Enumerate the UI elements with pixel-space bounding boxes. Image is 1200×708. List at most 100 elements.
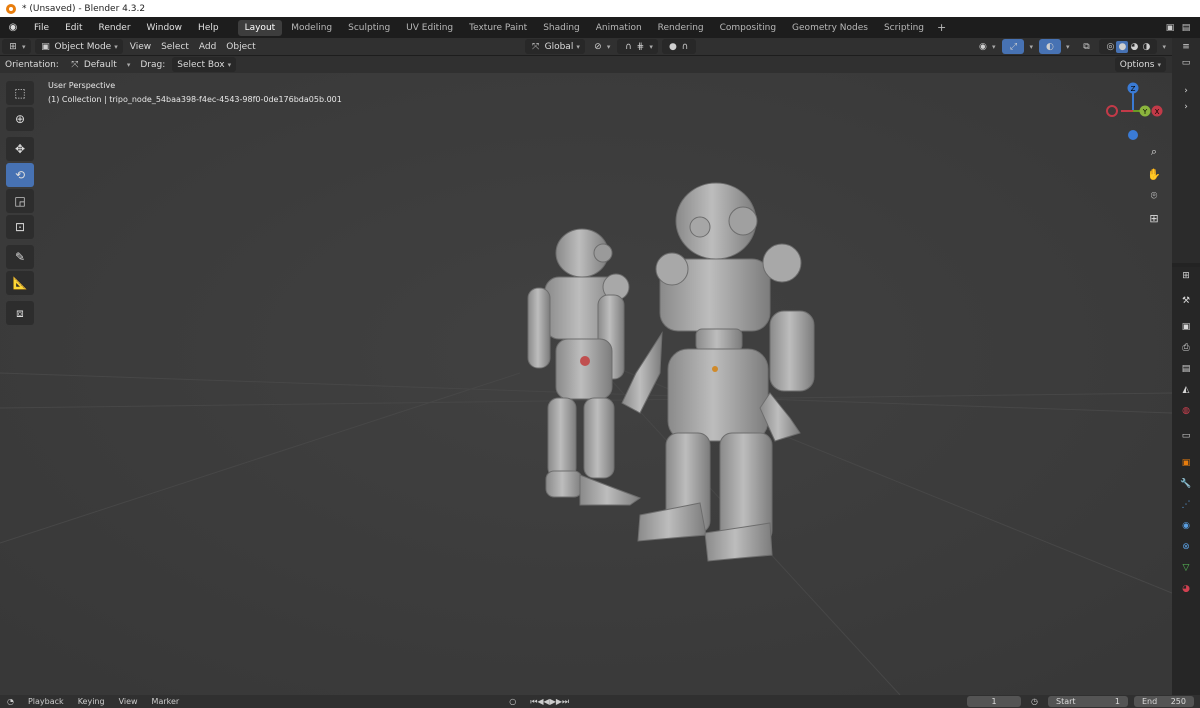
- scale-tool[interactable]: ◲: [6, 189, 34, 213]
- tab-layout[interactable]: Layout: [237, 19, 283, 36]
- clock-icon[interactable]: ◷: [1024, 697, 1045, 706]
- shading-modes[interactable]: ◎ ● ◕ ◑: [1099, 39, 1158, 54]
- chevron-down-icon[interactable]: ▾: [1029, 43, 1033, 51]
- menu-object[interactable]: Object: [221, 39, 260, 54]
- move-tool[interactable]: ✥: [6, 137, 34, 161]
- tab-animation[interactable]: Animation: [589, 20, 649, 36]
- view-layer-icon[interactable]: ▤: [1180, 22, 1192, 34]
- menu-timeline-view[interactable]: View: [112, 697, 145, 706]
- camera-view-button[interactable]: ⌾: [1144, 186, 1164, 206]
- menu-view[interactable]: View: [125, 39, 156, 54]
- menu-window[interactable]: Window: [139, 23, 191, 33]
- snap-toggle[interactable]: ∩ ⋕ ▾: [617, 39, 658, 54]
- output-icon[interactable]: ⎙: [1180, 342, 1192, 354]
- menu-keying[interactable]: Keying: [71, 697, 112, 706]
- proportional-edit-toggle[interactable]: ● ∩: [661, 39, 696, 54]
- render-icon[interactable]: ▣: [1180, 321, 1192, 333]
- blender-menu-icon[interactable]: ◉: [6, 21, 20, 35]
- material-shading-icon[interactable]: ◕: [1128, 41, 1140, 53]
- gizmo-neg-z[interactable]: [1128, 130, 1138, 140]
- material-icon[interactable]: ◕: [1180, 583, 1192, 595]
- tab-shading[interactable]: Shading: [536, 20, 587, 36]
- tab-geometry-nodes[interactable]: Geometry Nodes: [785, 20, 875, 36]
- options-dropdown[interactable]: Options ▾: [1114, 57, 1166, 72]
- tool-icon[interactable]: ⚒: [1180, 295, 1192, 307]
- transform-tool[interactable]: ⊡: [6, 215, 34, 239]
- magnet-icon: ∩: [625, 41, 632, 52]
- current-frame-field[interactable]: 1: [967, 696, 1022, 707]
- zoom-button[interactable]: ⌕: [1144, 142, 1164, 162]
- transform-icon: ⊡: [14, 220, 26, 234]
- collection-icon[interactable]: ▭: [1180, 430, 1192, 442]
- menu-render[interactable]: Render: [91, 23, 139, 33]
- properties-editor-icon[interactable]: ⊞: [1180, 270, 1192, 282]
- end-frame-field[interactable]: End 250: [1134, 696, 1194, 707]
- drag-dropdown[interactable]: Select Box ▾: [172, 57, 237, 72]
- view-layer-icon[interactable]: ▤: [1180, 363, 1192, 375]
- menu-edit[interactable]: Edit: [57, 23, 90, 33]
- rotate-icon: ⟲: [14, 168, 26, 182]
- editor-type-dropdown[interactable]: ⊞ ▾: [2, 39, 31, 54]
- scene-icon[interactable]: ◭: [1180, 384, 1192, 396]
- scene-icon[interactable]: ▣: [1164, 22, 1176, 34]
- transform-orientation-dropdown[interactable]: ⤧ Global ▾: [524, 39, 585, 54]
- cursor-tool[interactable]: ⊕: [6, 107, 34, 131]
- menu-marker[interactable]: Marker: [145, 697, 187, 706]
- drag-value: Select Box: [177, 59, 225, 70]
- playback-controls[interactable]: ⏮◀◀▶▶⏭: [523, 697, 576, 707]
- tab-texture-paint[interactable]: Texture Paint: [462, 20, 534, 36]
- tab-uv-editing[interactable]: UV Editing: [399, 20, 460, 36]
- tab-modeling[interactable]: Modeling: [284, 20, 339, 36]
- select-box-tool[interactable]: ⬚: [6, 81, 34, 105]
- chevron-right-icon[interactable]: ›: [1180, 101, 1192, 113]
- add-cube-tool[interactable]: ⧈: [6, 301, 34, 325]
- pencil-icon: ✎: [14, 250, 26, 264]
- visibility-dropdown[interactable]: ◉ ▾: [972, 39, 1001, 54]
- tab-sculpting[interactable]: Sculpting: [341, 20, 397, 36]
- overlay-icon: ◐: [1046, 41, 1054, 52]
- particles-icon[interactable]: ⋰: [1180, 499, 1192, 511]
- outliner-editor-icon[interactable]: ≡: [1180, 41, 1192, 53]
- gizmo-toggle[interactable]: ⤢: [1002, 39, 1025, 54]
- tab-scripting[interactable]: Scripting: [877, 20, 931, 36]
- menu-add[interactable]: Add: [194, 39, 221, 54]
- mode-dropdown[interactable]: ▣ Object Mode ▾: [34, 39, 123, 54]
- xray-toggle[interactable]: ⧉: [1075, 39, 1097, 54]
- overlay-toggle[interactable]: ◐: [1038, 39, 1061, 54]
- object-icon[interactable]: ▣: [1180, 457, 1192, 469]
- orientation-dropdown[interactable]: ⤧ Default ▾: [64, 57, 136, 72]
- data-mesh-icon[interactable]: ▽: [1180, 562, 1192, 574]
- end-value: 250: [1170, 697, 1186, 706]
- world-icon[interactable]: ◍: [1180, 405, 1192, 417]
- annotate-tool[interactable]: ✎: [6, 245, 34, 269]
- chevron-down-icon[interactable]: ▾: [1162, 43, 1166, 51]
- rendered-shading-icon[interactable]: ◑: [1140, 41, 1152, 53]
- menu-select[interactable]: Select: [156, 39, 194, 54]
- add-workspace-icon[interactable]: +: [932, 21, 951, 34]
- blender-logo-icon: [6, 3, 16, 14]
- ortho-toggle-button[interactable]: ⊞: [1144, 208, 1164, 228]
- menu-playback[interactable]: Playback: [21, 697, 71, 706]
- 3d-viewport[interactable]: Z Y X User Perspective (1) Collection | …: [0, 73, 1172, 695]
- object-mode-icon: ▣: [41, 41, 50, 52]
- solid-shading-icon[interactable]: ●: [1116, 40, 1129, 53]
- pan-button[interactable]: ✋: [1144, 164, 1164, 184]
- menu-file[interactable]: File: [26, 23, 57, 33]
- wireframe-shading-icon[interactable]: ◎: [1104, 41, 1116, 53]
- physics-icon[interactable]: ◉: [1180, 520, 1192, 532]
- tab-rendering[interactable]: Rendering: [651, 20, 711, 36]
- modifier-wrench-icon[interactable]: 🔧: [1180, 478, 1192, 490]
- constraints-icon[interactable]: ⊗: [1180, 541, 1192, 553]
- timeline-editor-icon[interactable]: ◔: [0, 697, 21, 706]
- rotate-tool[interactable]: ⟲: [6, 163, 34, 187]
- auto-keying-icon[interactable]: ○: [502, 697, 523, 706]
- filter-icon[interactable]: ▭: [1180, 57, 1192, 69]
- measure-tool[interactable]: 📐: [6, 271, 34, 295]
- pivot-dropdown[interactable]: ⊘ ▾: [587, 39, 616, 54]
- chevron-down-icon[interactable]: ▾: [1066, 43, 1070, 51]
- tab-compositing[interactable]: Compositing: [713, 20, 783, 36]
- move-icon: ✥: [14, 142, 26, 156]
- start-frame-field[interactable]: Start 1: [1048, 696, 1128, 707]
- menu-help[interactable]: Help: [190, 23, 227, 33]
- chevron-right-icon[interactable]: ›: [1180, 85, 1192, 97]
